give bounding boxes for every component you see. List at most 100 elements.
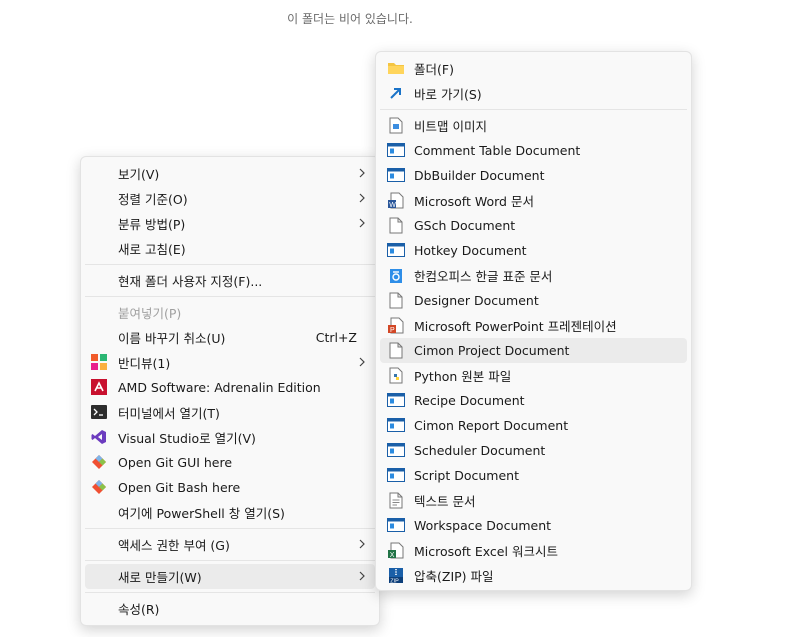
- menu-item-git-gui[interactable]: Open Git GUI here: [85, 450, 375, 475]
- menu-item-label: 터미널에서 열기(T): [118, 406, 220, 421]
- new-workspace-item[interactable]: Workspace Document: [380, 513, 687, 538]
- new-script-item[interactable]: Script Document: [380, 463, 687, 488]
- svg-text:X: X: [390, 552, 395, 559]
- chevron-right-icon: [359, 538, 365, 550]
- menu-item-label: 비트맵 이미지: [414, 119, 487, 134]
- menu-item-label: 폴더(F): [414, 62, 454, 77]
- menu-item-label: Python 원본 파일: [414, 369, 512, 384]
- new-python-item[interactable]: Python 원본 파일: [380, 363, 687, 388]
- menu-item-group[interactable]: 분류 방법(P): [85, 211, 375, 236]
- menu-item-open-terminal[interactable]: 터미널에서 열기(T): [85, 400, 375, 425]
- chevron-right-icon: [359, 570, 365, 582]
- menu-separator: [380, 109, 687, 110]
- menu-item-view[interactable]: 보기(V): [85, 161, 375, 186]
- new-recipe-item[interactable]: Recipe Document: [380, 388, 687, 413]
- menu-separator: [85, 560, 375, 561]
- menu-item-label: 바로 가기(S): [414, 87, 482, 102]
- new-shortcut-item[interactable]: 바로 가기(S): [380, 81, 687, 106]
- menu-item-refresh[interactable]: 새로 고침(E): [85, 236, 375, 261]
- app-window-icon: [386, 165, 406, 185]
- new-cimon-report-item[interactable]: Cimon Report Document: [380, 413, 687, 438]
- menu-item-customize-folder[interactable]: 현재 폴더 사용자 지정(F)...: [85, 268, 375, 293]
- bandiview-icon: [89, 352, 109, 372]
- chevron-right-icon: [359, 356, 365, 368]
- svg-text:W: W: [389, 202, 396, 209]
- menu-item-label: 붙여넣기(P): [118, 306, 182, 321]
- new-designer-item[interactable]: Designer Document: [380, 288, 687, 313]
- new-zip-item[interactable]: ZIP 압축(ZIP) 파일: [380, 563, 687, 588]
- menu-item-bandiview[interactable]: 반디뷰(1): [85, 350, 375, 375]
- menu-item-git-bash[interactable]: Open Git Bash here: [85, 475, 375, 500]
- new-folder-item[interactable]: 폴더(F): [380, 56, 687, 81]
- menu-item-label: Cimon Report Document: [414, 418, 569, 433]
- new-gsch-item[interactable]: GSch Document: [380, 213, 687, 238]
- menu-item-grant-access[interactable]: 액세스 권한 부여 (G): [85, 532, 375, 557]
- terminal-icon: [89, 402, 109, 422]
- new-comment-table-item[interactable]: Comment Table Document: [380, 138, 687, 163]
- folder-icon: [386, 58, 406, 78]
- menu-item-label: 한컴오피스 한글 표준 문서: [414, 269, 553, 284]
- menu-separator: [85, 264, 375, 265]
- menu-item-label: Comment Table Document: [414, 143, 581, 158]
- app-window-icon: [386, 415, 406, 435]
- new-word-item[interactable]: W Microsoft Word 문서: [380, 188, 687, 213]
- menu-item-label: Scheduler Document: [414, 443, 546, 458]
- menu-item-label: 반디뷰(1): [118, 356, 171, 371]
- menu-item-label: Recipe Document: [414, 393, 525, 408]
- menu-item-new[interactable]: 새로 만들기(W): [85, 564, 375, 589]
- chevron-right-icon: [359, 167, 365, 179]
- menu-item-label: GSch Document: [414, 218, 516, 233]
- svg-text:ZIP: ZIP: [390, 578, 399, 584]
- menu-item-open-visual-studio[interactable]: Visual Studio로 열기(V): [85, 425, 375, 450]
- menu-item-amd-software[interactable]: AMD Software: Adrenalin Edition: [85, 375, 375, 400]
- new-scheduler-item[interactable]: Scheduler Document: [380, 438, 687, 463]
- text-file-icon: [386, 490, 406, 510]
- app-window-icon: [386, 140, 406, 160]
- app-window-icon: [386, 465, 406, 485]
- menu-item-properties[interactable]: 속성(R): [85, 596, 375, 621]
- shortcut-arrow-icon: [386, 83, 406, 103]
- word-file-icon: W: [386, 190, 406, 210]
- menu-item-label: 압축(ZIP) 파일: [414, 569, 494, 584]
- menu-item-label: 여기에 PowerShell 창 열기(S): [118, 506, 285, 521]
- blank-file-icon: [386, 340, 406, 360]
- menu-item-sort[interactable]: 정렬 기준(O): [85, 186, 375, 211]
- menu-item-label: Open Git Bash here: [118, 480, 241, 495]
- amd-icon: [89, 377, 109, 397]
- menu-item-label: Open Git GUI here: [118, 455, 233, 470]
- menu-item-label: 분류 방법(P): [118, 217, 186, 232]
- new-bitmap-item[interactable]: 비트맵 이미지: [380, 113, 687, 138]
- shortcut-text: Ctrl+Z: [315, 330, 357, 345]
- menu-item-label: Microsoft PowerPoint 프레젠테이션: [414, 319, 617, 334]
- context-menu: 보기(V) 정렬 기준(O) 분류 방법(P) 새로 고침(E) 현재 폴더 사…: [80, 156, 380, 626]
- new-excel-item[interactable]: X Microsoft Excel 워크시트: [380, 538, 687, 563]
- menu-item-label: Script Document: [414, 468, 519, 483]
- chevron-right-icon: [359, 192, 365, 204]
- hwp-file-icon: [386, 265, 406, 285]
- menu-item-powershell[interactable]: 여기에 PowerShell 창 열기(S): [85, 500, 375, 525]
- menu-item-label: Microsoft Excel 워크시트: [414, 544, 558, 559]
- zip-folder-icon: ZIP: [386, 565, 406, 585]
- new-text-item[interactable]: 텍스트 문서: [380, 488, 687, 513]
- menu-item-label: Designer Document: [414, 293, 539, 308]
- menu-separator: [85, 528, 375, 529]
- git-icon: [89, 452, 109, 472]
- menu-item-label: 텍스트 문서: [414, 494, 476, 509]
- new-hwp-item[interactable]: 한컴오피스 한글 표준 문서: [380, 263, 687, 288]
- blank-file-icon: [386, 215, 406, 235]
- new-hotkey-item[interactable]: Hotkey Document: [380, 238, 687, 263]
- new-powerpoint-item[interactable]: P Microsoft PowerPoint 프레젠테이션: [380, 313, 687, 338]
- app-window-icon: [386, 240, 406, 260]
- visual-studio-icon: [89, 427, 109, 447]
- bitmap-file-icon: [386, 115, 406, 135]
- app-window-icon: [386, 515, 406, 535]
- svg-text:P: P: [390, 327, 395, 334]
- menu-item-label: AMD Software: Adrenalin Edition: [118, 380, 321, 395]
- new-cimon-project-item[interactable]: Cimon Project Document: [380, 338, 687, 363]
- menu-item-paste: 붙여넣기(P): [85, 300, 375, 325]
- chevron-right-icon: [359, 217, 365, 229]
- menu-item-label: Workspace Document: [414, 518, 552, 533]
- new-dbbuilder-item[interactable]: DbBuilder Document: [380, 163, 687, 188]
- menu-item-label: DbBuilder Document: [414, 168, 545, 183]
- menu-item-undo-rename[interactable]: 이름 바꾸기 취소(U) Ctrl+Z: [85, 325, 375, 350]
